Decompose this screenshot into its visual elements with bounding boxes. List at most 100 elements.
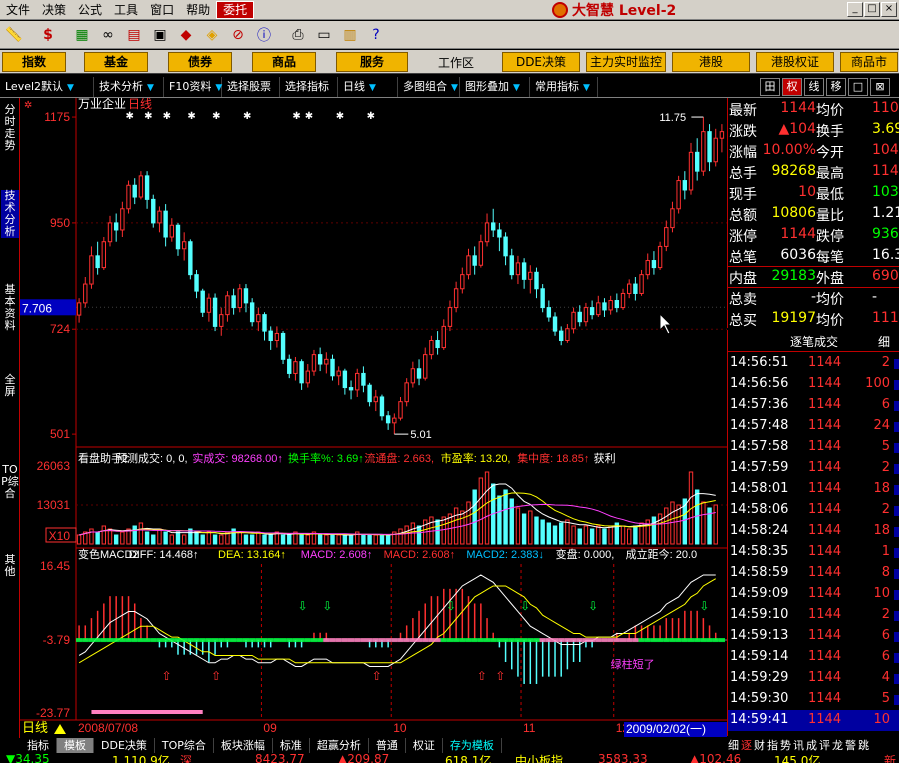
bottom-tab[interactable]: 板块涨幅 — [214, 738, 273, 753]
right-tab[interactable]: 评 — [818, 737, 831, 753]
tick-row[interactable]: 14:58:24 1144 18 — [728, 521, 899, 542]
right-tab[interactable]: 龙 — [831, 737, 844, 753]
tick-row[interactable]: 14:57:48 1144 24 — [728, 416, 899, 437]
tick-row[interactable]: 14:58:35 1144 1 — [728, 542, 899, 563]
grid-icon[interactable]: ▤ — [122, 24, 146, 46]
right-tab[interactable]: 指 — [766, 737, 779, 753]
tab-intraday[interactable]: 分时走势 — [1, 104, 19, 152]
bottom-tab[interactable]: TOP综合 — [155, 738, 214, 753]
tab-fullscreen[interactable]: 全屏 — [1, 374, 19, 398]
tick-row[interactable]: 14:56:51 1144 2 — [728, 353, 899, 374]
tick-row[interactable]: 14:57:58 1144 5 — [728, 437, 899, 458]
tab-technical[interactable]: 技术分析 — [1, 190, 19, 238]
bottom-tab[interactable]: 指标 — [20, 738, 57, 753]
tick-row[interactable]: 14:58:01 1144 18 — [728, 479, 899, 500]
tick-detail-toggle[interactable]: 细 — [878, 333, 890, 350]
no-entry-icon[interactable]: ⊘ — [226, 24, 250, 46]
help-cursor-icon[interactable]: ? — [364, 24, 388, 46]
tick-row[interactable]: 14:59:09 1144 10 — [728, 584, 899, 605]
right-tab[interactable]: 细 — [727, 737, 740, 753]
alert-icon[interactable]: ◆ — [174, 24, 198, 46]
macd-signal-strip — [496, 638, 503, 643]
commodity-button[interactable]: 商品 — [252, 52, 316, 72]
service-button[interactable]: 服务 — [336, 52, 408, 72]
ruler-icon[interactable]: 📏 — [2, 24, 26, 46]
tab-top-summary[interactable]: TOP综合 — [1, 464, 19, 500]
select-stock-button[interactable]: 选择股票 — [222, 76, 280, 97]
menu-file[interactable]: 文件 — [0, 0, 36, 20]
bottom-tab[interactable]: 存为模板 — [443, 738, 502, 753]
right-tab[interactable]: 成 — [805, 737, 818, 753]
tick-row[interactable]: 14:58:59 1144 8 — [728, 563, 899, 584]
right-tab[interactable]: 势 — [779, 737, 792, 753]
right-tab[interactable]: 讯 — [792, 737, 805, 753]
move-button[interactable]: 移 — [826, 78, 846, 96]
right-tab[interactable]: 逐 — [740, 737, 753, 753]
layout-grid-icon[interactable]: 田 — [760, 78, 780, 96]
period-dropdown[interactable]: 日线 ▼ — [338, 76, 398, 97]
menu-formula[interactable]: 公式 — [72, 0, 108, 20]
tab-other[interactable]: 其他 — [1, 554, 19, 578]
bottom-tab[interactable]: 模板 — [57, 738, 94, 753]
maximize-icon[interactable]: □ — [848, 78, 868, 96]
menu-tools[interactable]: 工具 — [108, 0, 144, 20]
bottom-tab[interactable]: DDE决策 — [94, 738, 155, 753]
diamond-icon[interactable]: ◈ — [200, 24, 224, 46]
flag-icon[interactable]: ▦ — [70, 24, 94, 46]
bottom-tab[interactable]: 超赢分析 — [310, 738, 369, 753]
tick-row[interactable]: 14:59:14 1144 6 — [728, 647, 899, 668]
line-button[interactable]: 线 — [804, 78, 824, 96]
binoculars-icon[interactable]: ∞ — [96, 24, 120, 46]
menu-help[interactable]: 帮助 — [180, 0, 216, 20]
dollar-icon[interactable]: $ — [36, 24, 60, 46]
hk-warrant-button[interactable]: 港股权证 — [756, 52, 834, 72]
main-monitor-button[interactable]: 主力实时监控 — [586, 52, 666, 72]
menu-window[interactable]: 窗口 — [144, 0, 180, 20]
hk-stock-button[interactable]: 港股 — [672, 52, 750, 72]
tick-row[interactable]: 14:56:56 1144 100 — [728, 374, 899, 395]
overlay-dropdown[interactable]: 图形叠加 ▼ — [460, 76, 530, 97]
restore-icon[interactable]: □ — [864, 2, 880, 17]
index-button[interactable]: 指数 — [2, 52, 66, 72]
tab-fundamental[interactable]: 基本资料 — [1, 284, 19, 332]
commodity-market-button[interactable]: 商品市 — [840, 52, 898, 72]
level2-default-dropdown[interactable]: Level2默认 ▼ — [0, 76, 94, 97]
stack-icon[interactable]: ▥ — [338, 24, 362, 46]
menu-trade[interactable]: 委托 — [216, 0, 255, 19]
f10-dropdown[interactable]: F10资料 ▼ — [164, 76, 222, 97]
right-tab[interactable]: 警 — [844, 737, 857, 753]
right-tab[interactable]: 财 — [753, 737, 766, 753]
dde-decision-button[interactable]: DDE决策 — [502, 52, 580, 72]
close-icon[interactable]: × — [881, 2, 897, 17]
tick-row[interactable]: 14:59:41 1144 10 — [728, 710, 899, 731]
bottom-tab[interactable]: 标准 — [273, 738, 310, 753]
tick-row[interactable]: 14:59:30 1144 5 — [728, 689, 899, 710]
right-tab[interactable]: 跳 — [857, 737, 870, 753]
bottom-tab[interactable]: 普通 — [369, 738, 406, 753]
tech-analysis-dropdown[interactable]: 技术分析 ▼ — [94, 76, 164, 97]
quote-value: ▲104 — [778, 121, 817, 137]
minimize-icon[interactable]: _ — [847, 2, 863, 17]
tick-row[interactable]: 14:59:29 1144 4 — [728, 668, 899, 689]
quote-value: 1100 — [872, 100, 899, 116]
settings-gear-icon[interactable]: ✲ — [24, 100, 32, 111]
fund-button[interactable]: 基金 — [84, 52, 148, 72]
tick-row[interactable]: 14:57:36 1144 6 — [728, 395, 899, 416]
stock-chart[interactable]: 1175 950 724 501 7.706 万业企业 日线 ✲ ✱ ✱ ✱ ✱ ✱ ✱ ✱ ✱ ✱ ✱ 11.75… — [20, 98, 727, 738]
common-indicator-dropdown[interactable]: 常用指标 ▼ — [530, 76, 598, 97]
tick-row[interactable]: 14:57:59 1144 2 — [728, 458, 899, 479]
tick-row[interactable]: 14:59:10 1144 2 — [728, 605, 899, 626]
print-icon[interactable]: ⎙ — [286, 24, 310, 46]
multi-chart-dropdown[interactable]: 多图组合 ▼ — [398, 76, 460, 97]
tick-row[interactable]: 14:59:13 1144 6 — [728, 626, 899, 647]
info-icon[interactable]: ⓘ — [252, 24, 276, 46]
select-indicator-button[interactable]: 选择指标 — [280, 76, 338, 97]
tick-row[interactable]: 14:58:06 1144 2 — [728, 500, 899, 521]
window-icon[interactable]: ▭ — [312, 24, 336, 46]
close-panel-icon[interactable]: ⊠ — [870, 78, 890, 96]
menu-decision[interactable]: 决策 — [36, 0, 72, 20]
rights-button[interactable]: 权 — [782, 78, 802, 96]
bottom-tab[interactable]: 权证 — [406, 738, 443, 753]
bond-button[interactable]: 债券 — [168, 52, 232, 72]
calc-icon[interactable]: ▣ — [148, 24, 172, 46]
